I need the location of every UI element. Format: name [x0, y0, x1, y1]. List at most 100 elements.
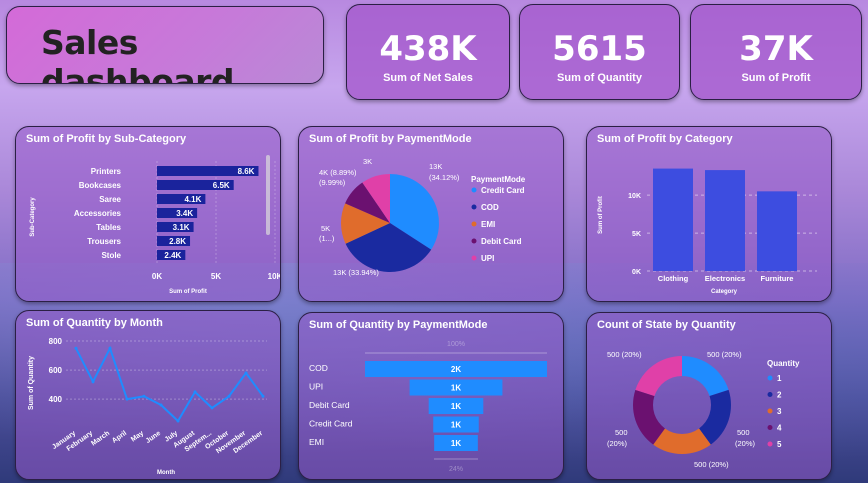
kpi-quantity-label: Sum of Quantity	[557, 72, 642, 84]
kpi-quantity-value: 5615	[552, 29, 647, 69]
funnel-category-label: Debit Card	[309, 400, 350, 410]
legend-item: UPI	[481, 254, 494, 263]
line-point	[142, 394, 146, 398]
line-point	[261, 394, 265, 398]
data-label: 3.1K	[173, 223, 190, 232]
x-axis-label: Month	[157, 470, 175, 476]
data-label: 1K	[451, 439, 461, 448]
legend-title: PaymentMode	[471, 175, 526, 184]
category-label: Saree	[99, 195, 121, 204]
bar	[653, 168, 693, 271]
line-point	[244, 371, 248, 375]
data-label: 8.6K	[238, 167, 255, 176]
kpi-net-sales-card[interactable]: 438K Sum of Net Sales	[346, 4, 510, 100]
funnel-bottom-label: 24%	[449, 466, 463, 473]
category-label: Tables	[96, 223, 121, 232]
subcategory-bar-chart[interactable]: Printers 8.6K Bookcases 6.5K Saree 4.1K Access…	[16, 127, 280, 301]
data-label: 13K (33.94%)	[333, 268, 379, 277]
legend-item: 2	[777, 391, 782, 400]
x-tick-label: Furniture	[761, 274, 794, 283]
legend-marker	[471, 255, 477, 261]
chart-profit-by-paymentmode[interactable]: Sum of Profit by PaymentMode 13K (34.12%)…	[298, 126, 564, 302]
chart-profit-by-subcategory[interactable]: Sum of Profit by Sub-Category Printers 8.…	[15, 126, 281, 302]
line-series	[75, 345, 264, 423]
data-label: 1K	[451, 384, 461, 393]
data-label: 3K	[363, 157, 372, 166]
data-label: 500	[615, 428, 628, 437]
bar	[757, 191, 797, 271]
legend-marker	[471, 204, 477, 210]
chart-profit-by-category[interactable]: Sum of Profit by Category 0K 5K 10K Clothin…	[586, 126, 832, 302]
legend-marker	[767, 441, 773, 447]
data-label: 4.1K	[184, 195, 201, 204]
data-label: 2K	[451, 365, 461, 374]
funnel-category-label: UPI	[309, 382, 323, 392]
x-tick-label: 0K	[152, 272, 162, 281]
y-tick-label: 800	[49, 337, 63, 346]
legend-marker	[767, 392, 773, 397]
x-tick-label: 5K	[211, 272, 221, 281]
category-label: Bookcases	[79, 181, 122, 190]
funnel-category-label: EMI	[309, 437, 324, 447]
data-label: 500 (20%)	[607, 350, 642, 359]
bar	[705, 170, 745, 271]
x-tick-label: Electronics	[705, 274, 745, 283]
kpi-profit-card[interactable]: 37K Sum of Profit	[690, 4, 862, 100]
data-label: 500 (20%)	[694, 460, 729, 469]
dashboard-title: Sales dashboard	[41, 23, 234, 84]
kpi-profit-label: Sum of Profit	[741, 72, 811, 84]
category-label: Accessories	[74, 209, 122, 218]
legend-item: 5	[777, 440, 782, 449]
x-tick-label: March	[90, 430, 111, 448]
legend-item: Credit Card	[481, 186, 525, 195]
chart-quantity-by-month[interactable]: Sum of Quantity by Month 400 600 800 Januar…	[15, 310, 281, 480]
y-axis-label: Sum of Quantity	[28, 356, 35, 410]
data-label: 500	[737, 428, 750, 437]
category-bar-chart[interactable]: 0K 5K 10K Clothing Electronics Furniture Categ…	[587, 127, 831, 301]
legend-marker	[471, 238, 477, 244]
legend-item: EMI	[481, 220, 495, 229]
kpi-profit-value: 37K	[739, 29, 813, 69]
legend-marker	[767, 375, 773, 381]
line-point	[74, 346, 78, 350]
kpi-quantity-card[interactable]: 5615 Sum of Quantity	[519, 4, 680, 100]
legend-marker	[767, 425, 773, 430]
category-label: Printers	[91, 167, 122, 176]
chart-state-by-quantity[interactable]: Count of State by Quantity 500 (20%) 500(…	[586, 312, 832, 480]
legend-marker	[471, 221, 477, 227]
legend-item: 4	[777, 424, 782, 433]
line-point	[176, 419, 180, 423]
y-tick-label: 400	[49, 395, 63, 404]
category-label: Trousers	[87, 237, 121, 246]
donut-slice	[635, 356, 682, 397]
kpi-net-sales-label: Sum of Net Sales	[383, 72, 473, 84]
paymentmode-funnel-chart[interactable]: 100% COD 2K UPI 1K Debit Card 1K Credit Card 1K E…	[299, 313, 563, 479]
x-tick-label: Clothing	[658, 274, 689, 283]
legend-item: COD	[481, 203, 499, 212]
data-label: (20%)	[607, 439, 628, 448]
x-tick-label: May	[130, 430, 145, 444]
data-label: (20%)	[735, 439, 756, 448]
y-axis-label: Sum of Profit	[598, 196, 604, 234]
funnel-category-label: Credit Card	[309, 419, 353, 429]
data-label: 4K (8.89%)	[319, 168, 357, 177]
kpi-net-sales-value: 438K	[379, 29, 477, 69]
x-tick-label: April	[111, 430, 128, 445]
x-axis-label: Sum of Profit	[169, 289, 207, 295]
y-tick-label: 0K	[632, 269, 641, 276]
quantity-donut-chart[interactable]: 500 (20%) 500 (20%) 500 (20%) 500 (20%) 500 (2…	[587, 313, 831, 479]
chart-quantity-by-paymentmode[interactable]: Sum of Quantity by PaymentMode 100% COD 2K…	[298, 312, 564, 480]
line-point	[159, 403, 163, 407]
data-label: 1K	[451, 421, 461, 430]
x-tick-label: June	[145, 430, 162, 445]
line-point	[108, 346, 112, 350]
data-label: 6.5K	[213, 181, 230, 190]
month-line-chart[interactable]: 400600800JanuaryFebruaryMarch April May Jun…	[16, 311, 280, 479]
legend-item: Debit Card	[481, 237, 522, 246]
data-label: 1K	[451, 402, 461, 411]
y-tick-label: 600	[49, 366, 63, 375]
data-label: 500 (20%)	[707, 350, 742, 359]
legend-marker	[767, 408, 773, 414]
paymentmode-pie-chart[interactable]: 13K (34.12%) 13K (33.94%) 5K(1...) 4K (8.89%…	[299, 127, 563, 301]
data-label: 2.4K	[164, 251, 181, 260]
